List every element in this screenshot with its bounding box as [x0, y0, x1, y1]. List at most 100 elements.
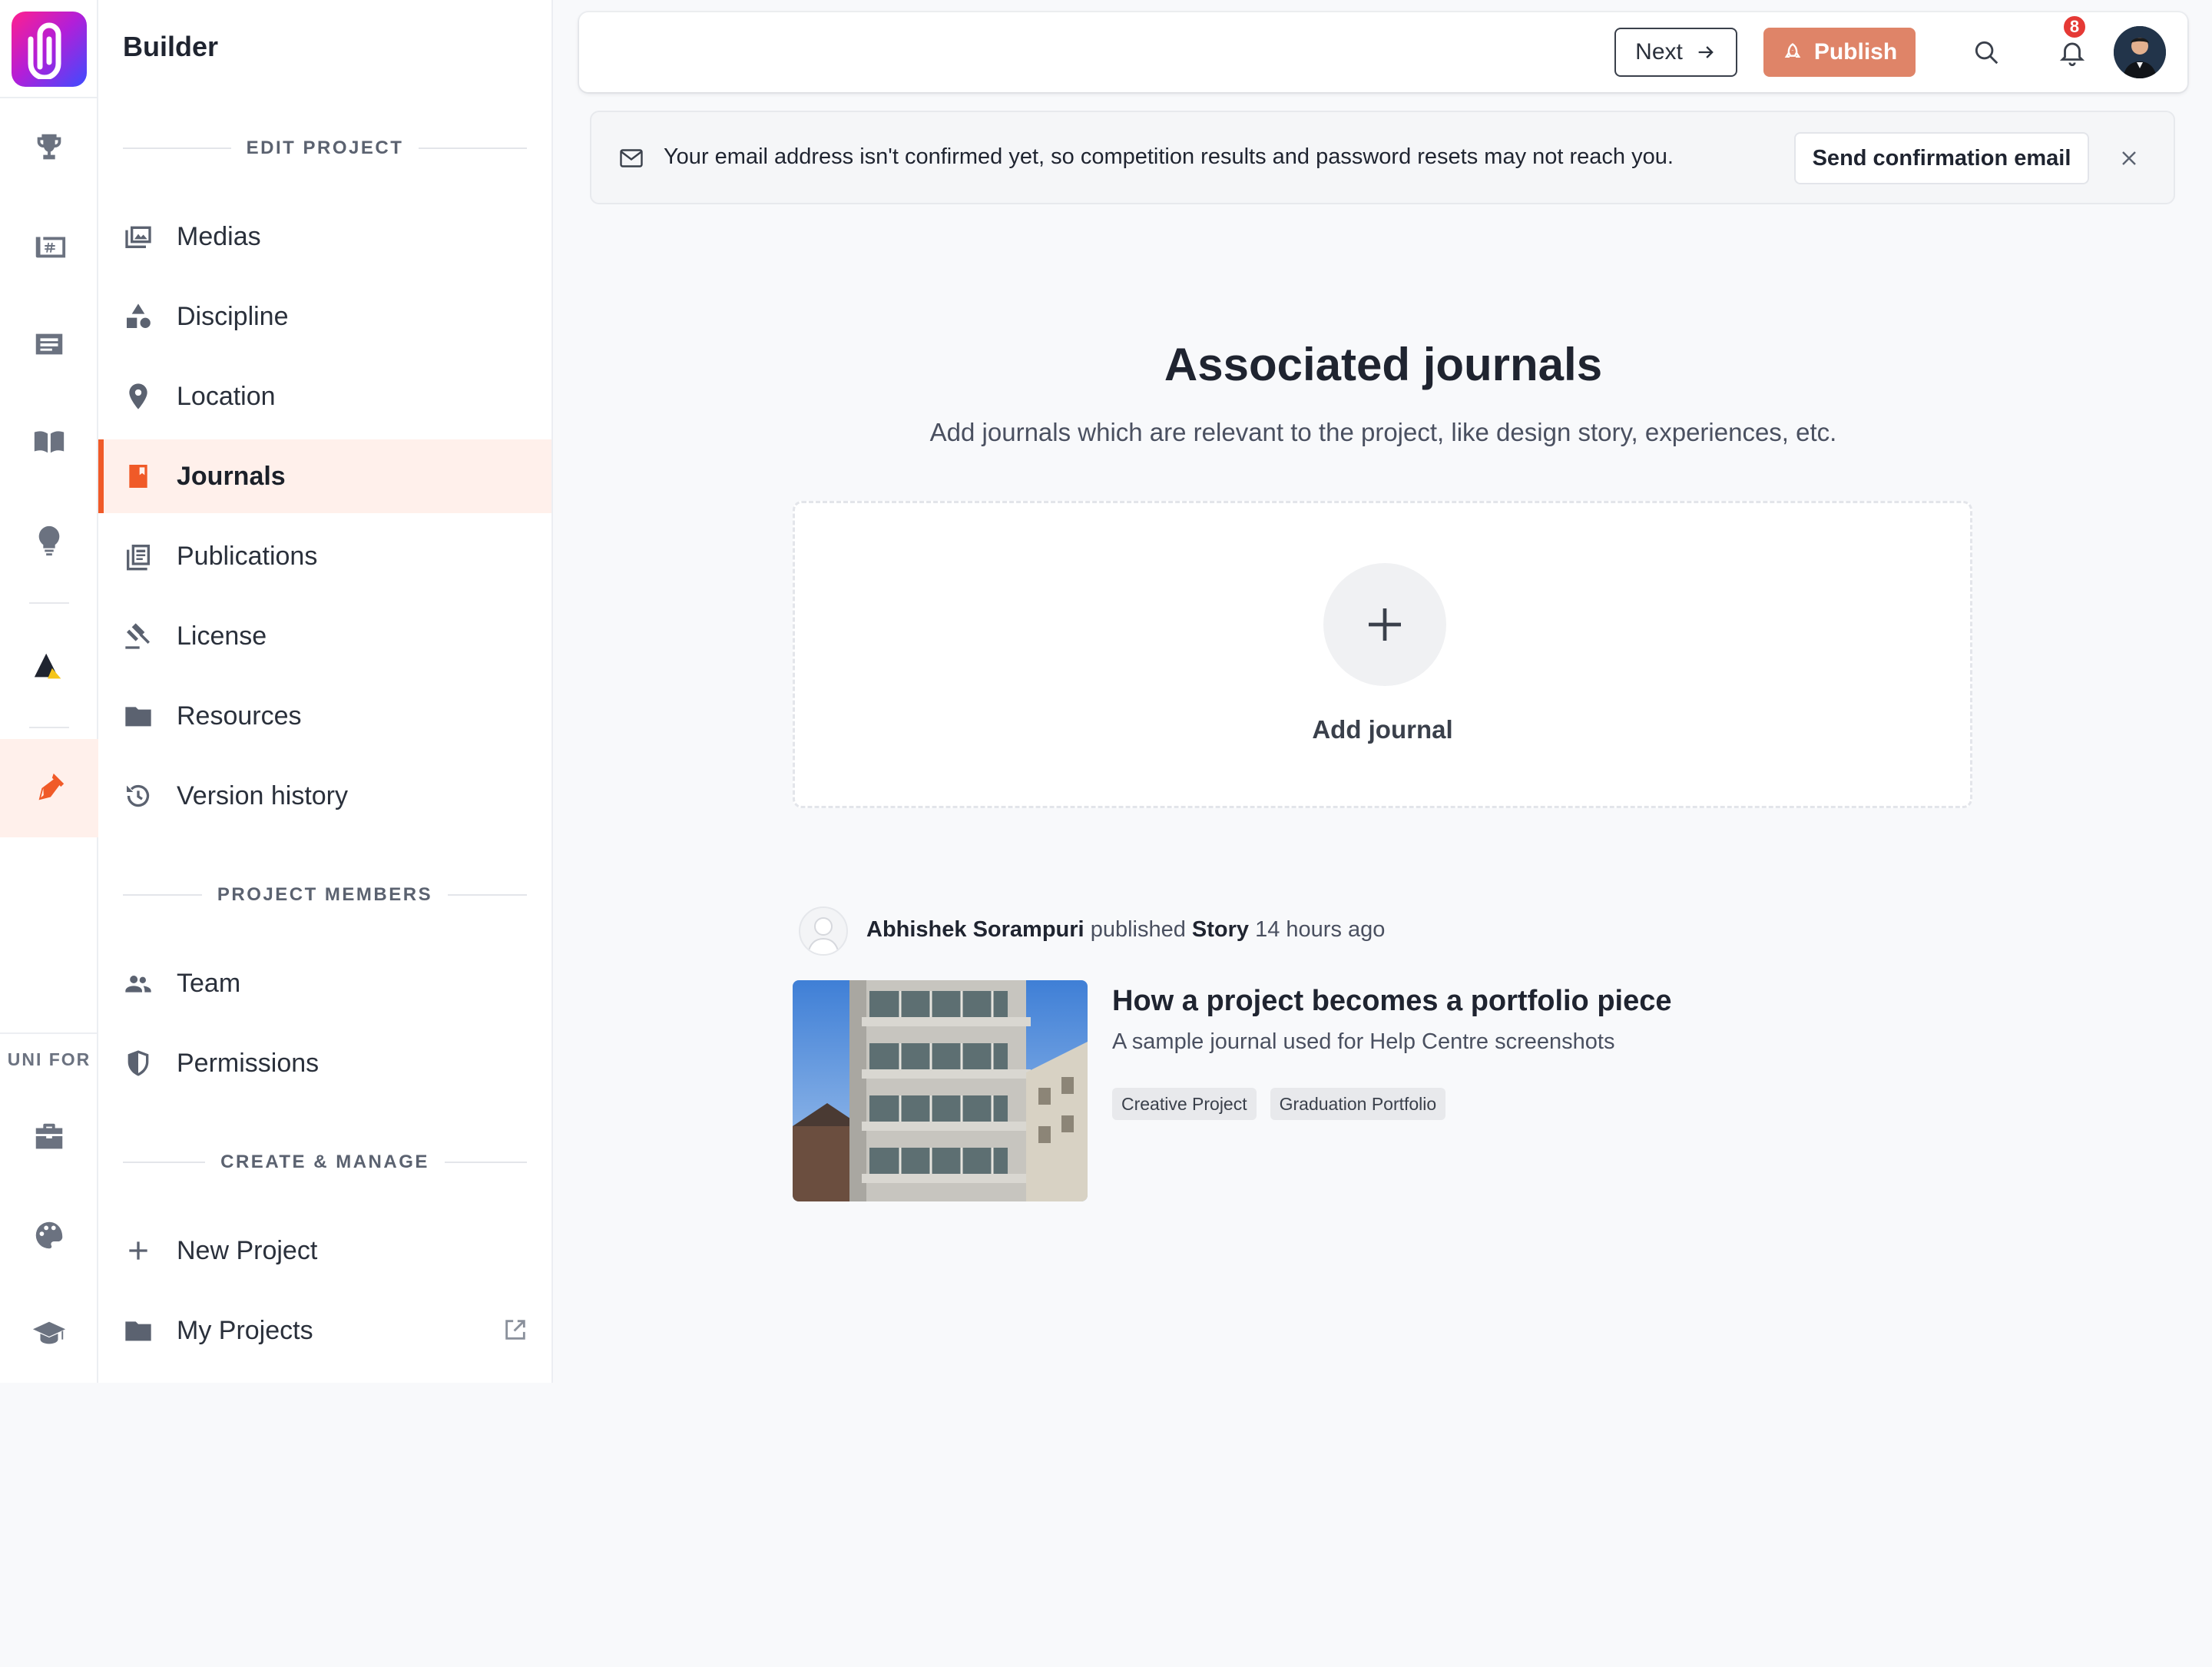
sidebar-title: Builder [123, 31, 219, 62]
search-button[interactable] [1969, 35, 2003, 69]
rail-divider [29, 727, 69, 728]
pen-nib-icon [38, 773, 65, 800]
sidebar-item-label: New Project [177, 1235, 318, 1265]
rail-item-brand[interactable] [0, 618, 98, 716]
next-button[interactable]: Next [1614, 28, 1737, 77]
sidebar-item-version-history[interactable]: Version history [98, 759, 551, 833]
journal-tags: Creative Project Graduation Portfolio [1112, 1088, 1446, 1120]
journal-thumbnail[interactable] [793, 980, 1088, 1201]
sidebar-item-my-projects[interactable]: My Projects [98, 1294, 551, 1367]
images-icon [123, 221, 154, 252]
sidebar-item-journals[interactable]: Journals [98, 439, 551, 513]
map-pin-icon [123, 381, 154, 412]
shield-icon [123, 1048, 154, 1079]
rail-item-articles[interactable] [0, 295, 98, 393]
activity-verb: published [1090, 917, 1186, 942]
activity-summary: Abhishek Sorampuri published Story 14 ho… [866, 917, 1385, 943]
gavel-icon [123, 621, 154, 651]
section-rule [123, 894, 202, 896]
bell-icon [2059, 42, 2085, 66]
sidebar-item-resources[interactable]: Resources [98, 679, 551, 753]
shapes-icon [123, 301, 154, 332]
sidebar-item-label: Permissions [177, 1048, 320, 1078]
sidebar-item-label: Journals [177, 461, 286, 491]
author-name[interactable]: Abhishek Sorampuri [866, 917, 1084, 942]
section-label-text: EDIT PROJECT [246, 138, 404, 158]
journal-icon [123, 461, 154, 492]
sidebar-item-permissions[interactable]: Permissions [98, 1026, 551, 1100]
journal-description: A sample journal used for Help Centre sc… [1112, 1029, 1615, 1054]
author-avatar[interactable] [799, 906, 848, 956]
rail-item-builder[interactable] [0, 739, 98, 837]
rail-item-competitions[interactable] [0, 98, 98, 197]
sidebar-item-label: Discipline [177, 301, 289, 331]
plus-icon [123, 1235, 154, 1266]
rail-section-caption: UNI FOR [7, 1049, 91, 1069]
user-avatar[interactable] [2114, 26, 2166, 78]
builder-sidebar: Builder EDIT PROJECT Medias Discipline L… [98, 0, 553, 1383]
hashtag-board-icon [35, 237, 66, 258]
publish-button[interactable]: Publish [1763, 28, 1916, 77]
tag[interactable]: Graduation Portfolio [1270, 1088, 1446, 1120]
section-label-create-manage: CREATE & MANAGE [123, 1151, 528, 1174]
folder-icon [123, 1315, 154, 1346]
trophy-icon [37, 134, 61, 160]
sidebar-item-new-project[interactable]: New Project [98, 1214, 551, 1288]
rail-item-business[interactable] [0, 1088, 98, 1186]
open-book-icon [34, 431, 65, 453]
sidebar-item-label: Medias [177, 221, 261, 251]
email-confirmation-alert: Your email address isn't confirmed yet, … [590, 111, 2175, 204]
activity-type: Story [1191, 917, 1250, 942]
external-link-icon[interactable] [502, 1317, 528, 1343]
alert-message: Your email address isn't confirmed yet, … [664, 144, 1674, 169]
section-rule [448, 894, 528, 896]
add-journal-button[interactable] [1323, 563, 1446, 686]
add-journal-label[interactable]: Add journal [795, 715, 1970, 744]
icon-rail: UNI FOR [0, 0, 98, 1383]
rail-item-library[interactable] [0, 393, 98, 492]
rail-divider [0, 1032, 98, 1034]
page-subtitle: Add journals which are relevant to the p… [929, 418, 1837, 446]
sidebar-item-publications[interactable]: Publications [98, 519, 551, 593]
sidebar-item-discipline[interactable]: Discipline [98, 280, 551, 353]
sidebar-item-label: License [177, 621, 267, 651]
briefcase-icon [35, 1123, 63, 1149]
sidebar-item-team[interactable]: Team [98, 946, 551, 1020]
sidebar-item-label: Resources [177, 701, 302, 731]
app-logo[interactable] [12, 12, 87, 87]
activity-time: 14 hours ago [1255, 917, 1386, 942]
notification-count-badge: 8 [2061, 14, 2088, 40]
send-confirmation-email-button[interactable]: Send confirmation email [1794, 132, 2089, 184]
sidebar-item-label: Team [177, 968, 241, 998]
notifications-button[interactable] [2055, 35, 2089, 69]
sidebar-item-label: Publications [177, 541, 318, 571]
sidebar-item-location[interactable]: Location [98, 360, 551, 433]
section-label-text: CREATE & MANAGE [220, 1152, 429, 1172]
triangle-logo-icon [34, 653, 61, 679]
section-rule [123, 1162, 206, 1163]
close-icon[interactable] [2117, 146, 2141, 171]
plus-icon [1369, 608, 1401, 641]
rail-item-education[interactable] [0, 1284, 98, 1383]
folder-icon [123, 701, 154, 731]
sidebar-item-medias[interactable]: Medias [98, 200, 551, 273]
add-journal-dropzone[interactable]: Add journal [793, 501, 1972, 808]
sidebar-item-license[interactable]: License [98, 599, 551, 673]
journal-title[interactable]: How a project becomes a portfolio piece [1112, 985, 1672, 1018]
rocket-icon [1784, 43, 1801, 58]
rail-item-ideas[interactable] [0, 492, 98, 590]
publish-button-label: Publish [1813, 39, 1898, 65]
rail-item-hashtags[interactable] [0, 197, 98, 295]
page-title: Associated journals [1164, 339, 1603, 390]
tag[interactable]: Creative Project [1112, 1088, 1257, 1120]
history-icon [123, 780, 154, 811]
sidebar-item-label: My Projects [177, 1315, 313, 1345]
default-user-icon [807, 917, 839, 954]
section-rule [444, 1162, 528, 1163]
sidebar-item-label: Version history [177, 780, 348, 810]
publications-icon [123, 541, 154, 572]
rail-item-art[interactable] [0, 1186, 98, 1284]
section-label-project-members: PROJECT MEMBERS [123, 883, 528, 906]
section-rule [419, 147, 528, 149]
graduation-cap-icon [32, 1321, 66, 1344]
